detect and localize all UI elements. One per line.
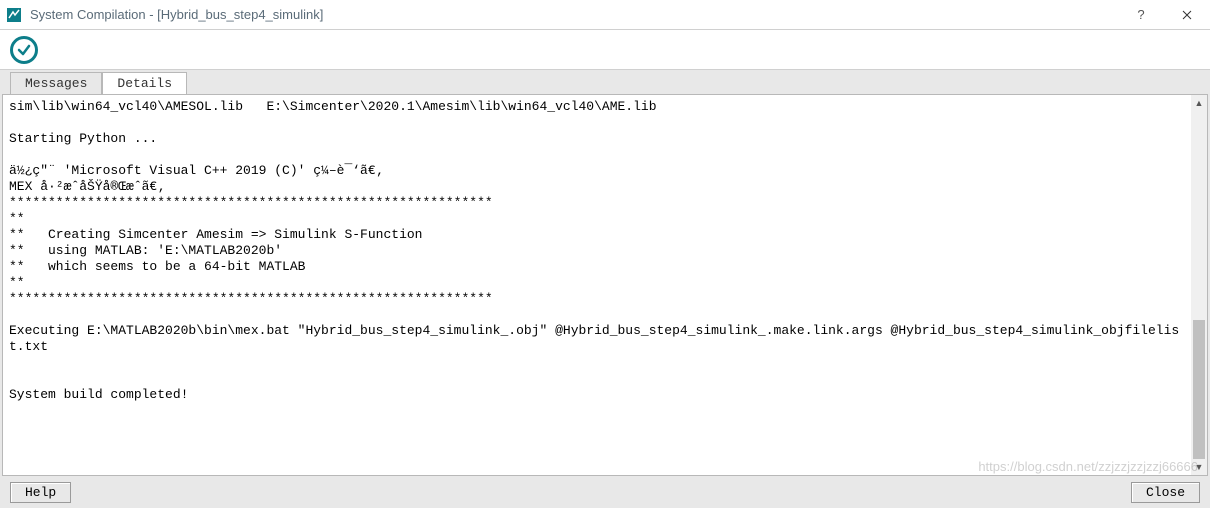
log-output: sim\lib\win64_vcl40\AMESOL.lib E:\Simcen… — [3, 95, 1191, 475]
scroll-track[interactable] — [1191, 111, 1207, 459]
log-panel: sim\lib\win64_vcl40\AMESOL.lib E:\Simcen… — [2, 94, 1208, 476]
close-window-button[interactable] — [1164, 0, 1210, 30]
status-row — [0, 30, 1210, 70]
tab-row: Messages Details — [0, 70, 1210, 94]
help-button[interactable]: Help — [10, 482, 71, 503]
scroll-thumb[interactable] — [1193, 320, 1205, 459]
help-hint-button[interactable]: ? — [1118, 0, 1164, 30]
footer: Help Close — [0, 476, 1210, 508]
titlebar: System Compilation - [Hybrid_bus_step4_s… — [0, 0, 1210, 30]
app-icon — [6, 7, 22, 23]
status-success-icon — [10, 36, 38, 64]
window-title: System Compilation - [Hybrid_bus_step4_s… — [30, 7, 1118, 22]
tab-messages[interactable]: Messages — [10, 72, 102, 94]
tab-details[interactable]: Details — [102, 72, 187, 94]
close-button[interactable]: Close — [1131, 482, 1200, 503]
scroll-down-button[interactable]: ▼ — [1191, 459, 1207, 475]
scroll-up-button[interactable]: ▲ — [1191, 95, 1207, 111]
vertical-scrollbar[interactable]: ▲ ▼ — [1191, 95, 1207, 475]
